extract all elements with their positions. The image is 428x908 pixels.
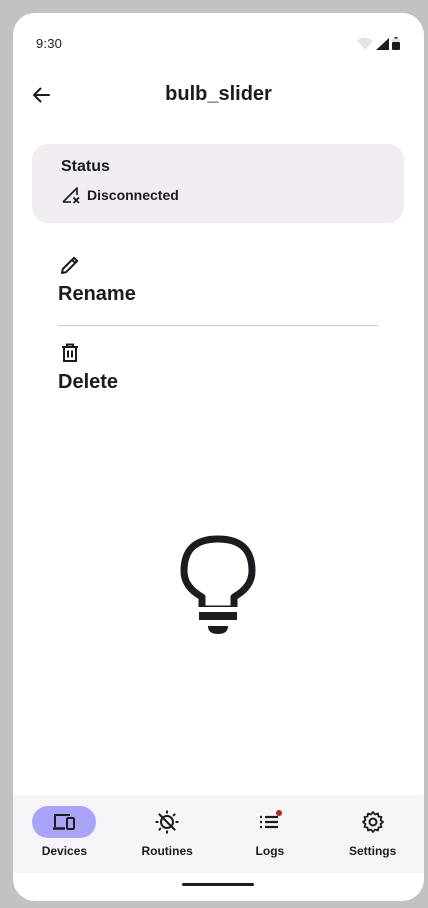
cell-signal-icon — [376, 38, 389, 50]
battery-icon — [392, 37, 400, 50]
top-app-bar: bulb_slider — [13, 71, 424, 119]
screen: 9:30 bulb_slider Status Disconnected Ren… — [13, 13, 424, 901]
delete-button[interactable]: Delete — [58, 341, 378, 394]
nav-settings[interactable]: Settings — [321, 795, 424, 873]
page-title: bulb_slider — [165, 83, 272, 105]
nav-routines[interactable]: Routines — [116, 795, 219, 873]
nav-settings-label: Settings — [348, 844, 397, 858]
nav-logs[interactable]: Logs — [219, 795, 322, 873]
notification-badge — [275, 810, 282, 816]
nav-devices-label: Devices — [41, 844, 88, 858]
nav-active-indicator — [32, 806, 97, 838]
logs-icon — [259, 810, 282, 829]
routines-icon — [155, 810, 179, 834]
nav-routines-label: Routines — [141, 844, 193, 858]
clock: 9:30 — [36, 36, 63, 51]
connection-status: Disconnected — [61, 186, 179, 204]
system-icons — [357, 37, 400, 50]
device-frame: 9:30 bulb_slider Status Disconnected Ren… — [4, 4, 424, 904]
nav-devices[interactable]: Devices — [13, 795, 116, 873]
status-bar: 9:30 — [13, 13, 424, 63]
nav-logs-indicator — [238, 806, 302, 838]
lightbulb-icon — [180, 535, 256, 634]
bottom-navigation: Devices Routines Logs Settings — [13, 795, 424, 873]
gear-icon — [361, 811, 384, 833]
nav-logs-label: Logs — [255, 844, 285, 858]
rename-label: Rename — [58, 283, 136, 305]
trash-icon — [62, 343, 78, 362]
status-card: Status Disconnected — [32, 144, 404, 223]
devices-icon — [53, 814, 76, 830]
home-indicator[interactable] — [182, 883, 254, 886]
nav-settings-indicator — [341, 806, 405, 838]
wifi-icon — [357, 38, 373, 50]
delete-label: Delete — [58, 371, 119, 393]
pencil-icon — [61, 256, 79, 274]
nav-routines-indicator — [135, 806, 199, 838]
signal-disconnected-icon — [62, 187, 80, 204]
rename-button[interactable]: Rename — [58, 253, 378, 306]
status-heading: Status — [61, 158, 110, 175]
divider — [58, 325, 378, 326]
connection-status-label: Disconnected — [87, 187, 179, 203]
